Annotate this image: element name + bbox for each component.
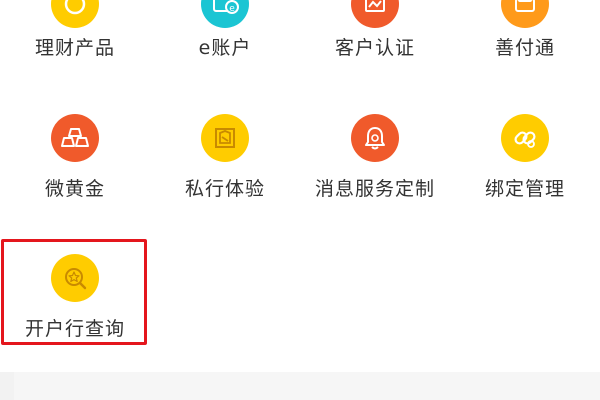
grid-item-private-bank[interactable]: 私行体验: [150, 0, 300, 210]
link-icon: [501, 114, 549, 162]
grid-item-label: 消息服务定制: [314, 178, 435, 200]
grid-item-label: 绑定管理: [484, 178, 565, 200]
bottom-card-edge: [14, 372, 600, 400]
service-grid-screen: 理财产品 e e账户 客户认证 善付通 微黄金 私行体验 消息服务定制 绑定管理…: [0, 0, 600, 400]
bell-icon: [351, 114, 399, 162]
grid-item-label: 私行体验: [184, 178, 265, 200]
private-bank-icon: [201, 114, 249, 162]
grid-item-message-service[interactable]: 消息服务定制: [300, 0, 450, 210]
highlight-box: [1, 239, 147, 345]
grid-item-binding-management[interactable]: 绑定管理: [450, 0, 600, 210]
